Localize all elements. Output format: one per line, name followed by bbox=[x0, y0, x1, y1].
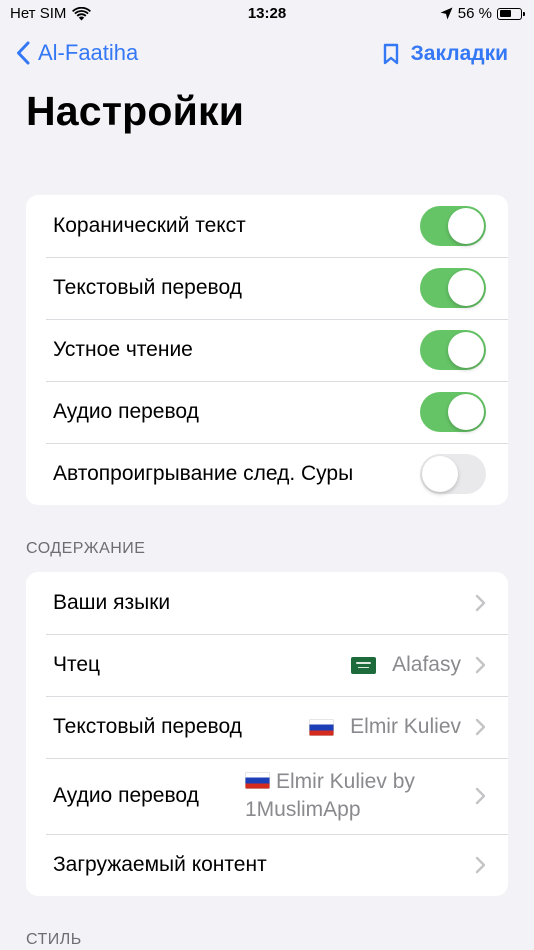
row-value: Alafasy bbox=[351, 653, 461, 677]
toggle-row-autoplay-next-surah: Автопроигрывание след. Суры bbox=[26, 443, 508, 505]
toggle-row-audio-translation: Аудио перевод bbox=[26, 381, 508, 443]
chevron-right-icon bbox=[475, 718, 486, 736]
toggle-row-label: Аудио перевод bbox=[53, 400, 199, 423]
row-your-languages[interactable]: Ваши языки bbox=[26, 572, 508, 634]
quran-text-toggle[interactable] bbox=[420, 206, 486, 246]
row-value: Elmir Kuliev by 1MuslimApp bbox=[245, 768, 461, 824]
bookmark-icon bbox=[383, 43, 398, 65]
chevron-left-icon bbox=[17, 41, 30, 65]
toggle-row-label: Автопроигрывание след. Суры bbox=[53, 462, 354, 485]
page-title: Настройки bbox=[26, 88, 245, 134]
row-label: Загружаемый контент bbox=[53, 853, 267, 876]
back-button[interactable]: Al-Faatiha bbox=[16, 40, 138, 66]
navigation-bar: Al-Faatiha Закладки bbox=[0, 36, 534, 74]
chevron-right-icon bbox=[475, 787, 486, 805]
toggle-knob bbox=[422, 456, 458, 492]
saudi-arabia-flag-icon bbox=[351, 656, 377, 674]
toggle-knob bbox=[448, 208, 484, 244]
bookmarks-label: Закладки bbox=[410, 42, 508, 65]
battery-level bbox=[499, 10, 511, 17]
toggle-row-label: Коранический текст bbox=[53, 214, 246, 237]
audio-translator-name: Elmir Kuliev by 1MuslimApp bbox=[245, 770, 415, 821]
russia-flag-icon bbox=[309, 718, 335, 736]
status-right: 56 % bbox=[440, 5, 525, 22]
row-reciter[interactable]: Чтец Alafasy bbox=[26, 634, 508, 696]
russia-flag-icon bbox=[245, 772, 270, 789]
toggle-row-recitation: Устное чтение bbox=[26, 319, 508, 381]
reciter-name: Alafasy bbox=[392, 653, 461, 676]
translator-name: Elmir Kuliev bbox=[350, 715, 461, 738]
row-label: Аудио перевод bbox=[53, 784, 199, 807]
toggles-group: Коранический текст Текстовый перевод Уст… bbox=[26, 195, 508, 505]
chevron-right-icon bbox=[475, 856, 486, 874]
toggle-knob bbox=[448, 394, 484, 430]
row-label: Текстовый перевод bbox=[53, 715, 242, 738]
chevron-right-icon bbox=[475, 656, 486, 674]
toggle-row-text-translation: Текстовый перевод bbox=[26, 257, 508, 319]
row-downloadable-content[interactable]: Загружаемый контент bbox=[26, 834, 508, 896]
chevron-right-icon bbox=[475, 594, 486, 612]
location-arrow-icon bbox=[440, 7, 453, 20]
text-translation-toggle[interactable] bbox=[420, 268, 486, 308]
row-audio-translation[interactable]: Аудио перевод Elmir Kuliev by 1MuslimApp bbox=[26, 758, 508, 834]
back-button-label: Al-Faatiha bbox=[38, 40, 139, 65]
autoplay-next-surah-toggle[interactable] bbox=[420, 454, 486, 494]
toggle-knob bbox=[448, 270, 484, 306]
content-group: Ваши языки Чтец Alafasy Текстовый перево… bbox=[26, 572, 508, 896]
section-header-style: СТИЛЬ bbox=[26, 931, 82, 948]
recitation-toggle[interactable] bbox=[420, 330, 486, 370]
section-header-content: СОДЕРЖАНИЕ bbox=[26, 540, 146, 557]
row-label: Ваши языки bbox=[53, 591, 171, 614]
toggle-knob bbox=[448, 332, 484, 368]
toggle-row-quran-text: Коранический текст bbox=[26, 195, 508, 257]
row-value: Elmir Kuliev bbox=[309, 715, 461, 739]
row-text-translation[interactable]: Текстовый перевод Elmir Kuliev bbox=[26, 696, 508, 758]
battery-percent: 56 % bbox=[457, 5, 492, 22]
toggle-row-label: Устное чтение bbox=[53, 338, 193, 361]
row-label: Чтец bbox=[53, 653, 101, 676]
bookmarks-button[interactable]: Закладки bbox=[383, 42, 508, 66]
status-bar: Нет SIM 13:28 56 % bbox=[0, 0, 534, 28]
toggle-row-label: Текстовый перевод bbox=[53, 276, 242, 299]
battery-icon bbox=[497, 7, 525, 20]
audio-translation-toggle[interactable] bbox=[420, 392, 486, 432]
